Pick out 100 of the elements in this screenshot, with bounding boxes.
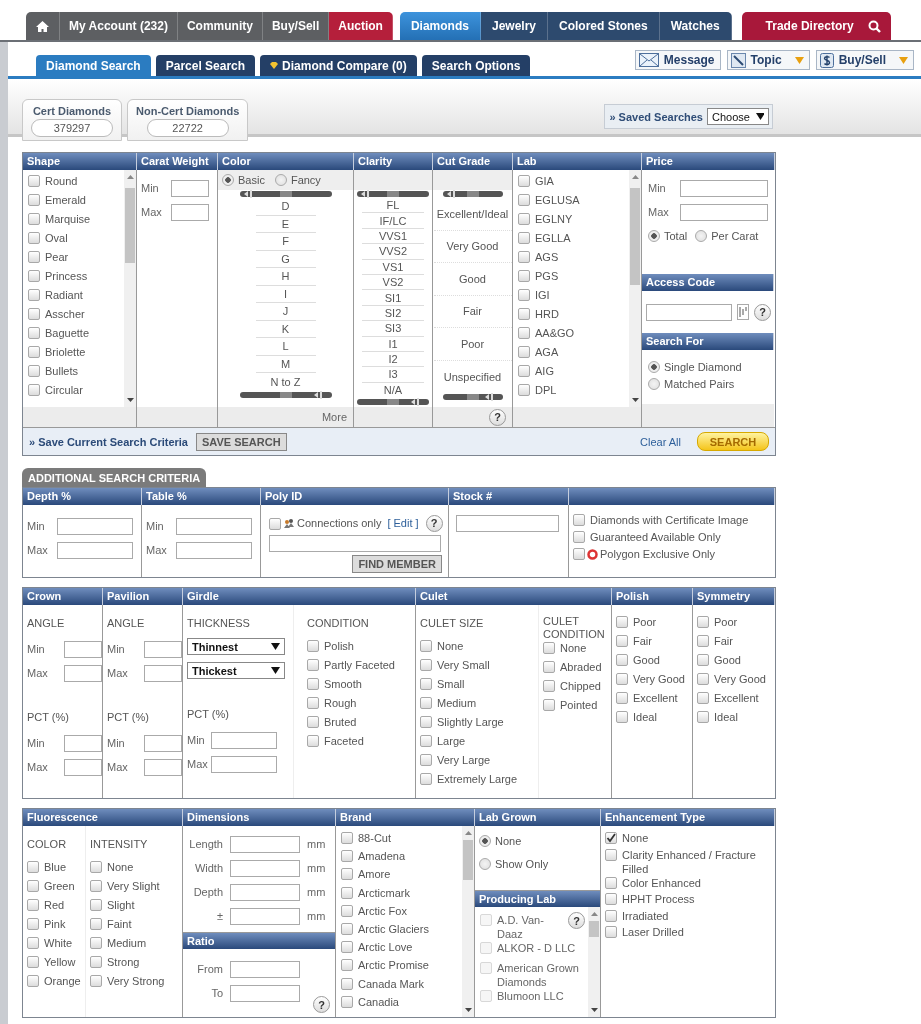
checkbox[interactable] <box>28 346 40 358</box>
radio-button[interactable] <box>222 174 234 186</box>
grade-option[interactable]: IF/LC <box>362 213 424 229</box>
number-field[interactable] <box>144 664 182 682</box>
scrollbar[interactable] <box>629 170 641 407</box>
grade-option[interactable]: K <box>255 320 316 338</box>
checkbox[interactable] <box>697 654 709 666</box>
checkbox[interactable] <box>28 365 40 377</box>
checkbox[interactable] <box>616 673 628 685</box>
checkbox[interactable] <box>518 289 530 301</box>
checkbox[interactable] <box>90 956 102 968</box>
checkbox[interactable] <box>307 735 319 747</box>
checkbox[interactable] <box>518 365 530 377</box>
grade-option[interactable]: J <box>255 303 316 321</box>
edit-link[interactable]: [ Edit ] <box>387 517 419 529</box>
scroll-up-icon[interactable] <box>631 174 639 180</box>
checkbox[interactable] <box>573 548 585 560</box>
grade-option[interactable]: Excellent/Ideal <box>433 198 512 231</box>
ratio-field[interactable] <box>230 960 300 978</box>
trade-directory-tab[interactable]: Trade Directory <box>741 12 891 40</box>
number-field[interactable] <box>64 758 102 776</box>
nav-tab[interactable]: Buy/Sell <box>262 12 330 40</box>
radio-button[interactable] <box>648 230 660 242</box>
checkbox[interactable] <box>307 659 319 671</box>
help-button[interactable]: ? <box>754 303 771 321</box>
checkbox[interactable] <box>420 735 432 747</box>
nav-tab[interactable]: Auction <box>329 12 393 40</box>
nav-tab[interactable]: Community <box>177 12 263 40</box>
checkbox[interactable] <box>420 659 432 671</box>
checkbox[interactable] <box>605 848 617 861</box>
number-field[interactable] <box>211 755 277 773</box>
grade-option[interactable]: SI1 <box>362 290 424 306</box>
number-field[interactable] <box>144 734 182 752</box>
slider-bar[interactable] <box>442 190 503 198</box>
grade-option[interactable]: Fair <box>433 295 512 328</box>
dimension-field[interactable] <box>230 907 300 925</box>
checkbox[interactable] <box>518 175 530 187</box>
checkbox[interactable] <box>28 308 40 320</box>
checkbox[interactable] <box>28 289 40 301</box>
toolbar-button[interactable]: Topic <box>726 50 810 70</box>
additional-criteria-tab[interactable]: ADDITIONAL SEARCH CRITERIA <box>22 468 207 487</box>
checkbox[interactable] <box>307 640 319 652</box>
search-tab[interactable]: Diamond Search <box>36 55 151 76</box>
checkbox[interactable] <box>697 673 709 685</box>
scroll-up-icon[interactable] <box>590 911 598 917</box>
grade-option[interactable]: D <box>255 198 316 216</box>
checkbox[interactable] <box>518 327 530 339</box>
grade-option[interactable]: N/A <box>362 382 424 399</box>
nav-tab[interactable]: Colored Stones <box>548 12 660 40</box>
toolbar-button[interactable]: Message <box>634 50 721 70</box>
dimension-field[interactable] <box>230 883 300 901</box>
grade-option[interactable]: Poor <box>433 328 512 361</box>
nav-tab[interactable]: My Account (232) <box>60 12 178 40</box>
number-field[interactable] <box>171 203 209 221</box>
radio-button[interactable] <box>648 377 660 390</box>
checkbox[interactable] <box>90 918 102 930</box>
nav-tab[interactable]: Jewelry <box>480 12 548 40</box>
checkbox[interactable] <box>518 384 530 396</box>
slider-bar[interactable] <box>442 393 503 401</box>
slider-bar[interactable] <box>239 390 332 399</box>
nav-tab[interactable]: Diamonds <box>399 12 481 40</box>
grade-option[interactable]: SI3 <box>362 321 424 337</box>
radio-button[interactable] <box>479 857 491 870</box>
slider-bar[interactable] <box>357 190 429 198</box>
stock-number-field[interactable] <box>456 515 559 532</box>
grade-option[interactable]: SI2 <box>362 305 424 322</box>
checkbox[interactable] <box>28 232 40 244</box>
checkbox[interactable] <box>341 868 353 881</box>
number-field[interactable] <box>64 640 102 658</box>
number-field[interactable] <box>680 179 768 197</box>
access-code-field[interactable] <box>646 303 732 321</box>
checkbox[interactable] <box>28 327 40 339</box>
nav-tab[interactable]: Watches <box>659 12 732 40</box>
number-field[interactable] <box>64 664 102 682</box>
dimension-field[interactable] <box>230 835 300 853</box>
checkbox[interactable] <box>518 308 530 320</box>
checkbox[interactable] <box>518 213 530 225</box>
checkbox[interactable] <box>420 678 432 690</box>
thickness-select[interactable]: Thinnest <box>187 638 285 655</box>
checkbox[interactable] <box>573 531 585 543</box>
keypad-icon[interactable] <box>737 304 749 320</box>
checkbox[interactable] <box>420 640 432 652</box>
checkbox[interactable] <box>605 876 617 889</box>
checkbox[interactable] <box>90 975 102 987</box>
scroll-up-icon[interactable] <box>126 174 134 180</box>
scrollbar-thumb[interactable] <box>589 921 599 937</box>
grade-option[interactable]: G <box>255 250 316 268</box>
checkbox[interactable] <box>341 941 353 954</box>
scrollbar-thumb[interactable] <box>630 188 640 285</box>
number-field[interactable] <box>144 758 182 776</box>
number-field[interactable] <box>176 541 252 559</box>
checkbox[interactable] <box>420 716 432 728</box>
grade-option[interactable]: H <box>255 268 316 286</box>
thickness-select[interactable]: Thickest <box>187 662 285 679</box>
scrollbar-thumb[interactable] <box>125 188 135 263</box>
checkbox[interactable] <box>28 213 40 225</box>
grade-option[interactable]: M <box>255 355 316 373</box>
count-tab[interactable]: Non-Cert Diamonds 22722 <box>127 99 249 141</box>
toolbar-button[interactable]: Buy/Sell <box>815 50 914 70</box>
radio-button[interactable] <box>274 174 287 186</box>
